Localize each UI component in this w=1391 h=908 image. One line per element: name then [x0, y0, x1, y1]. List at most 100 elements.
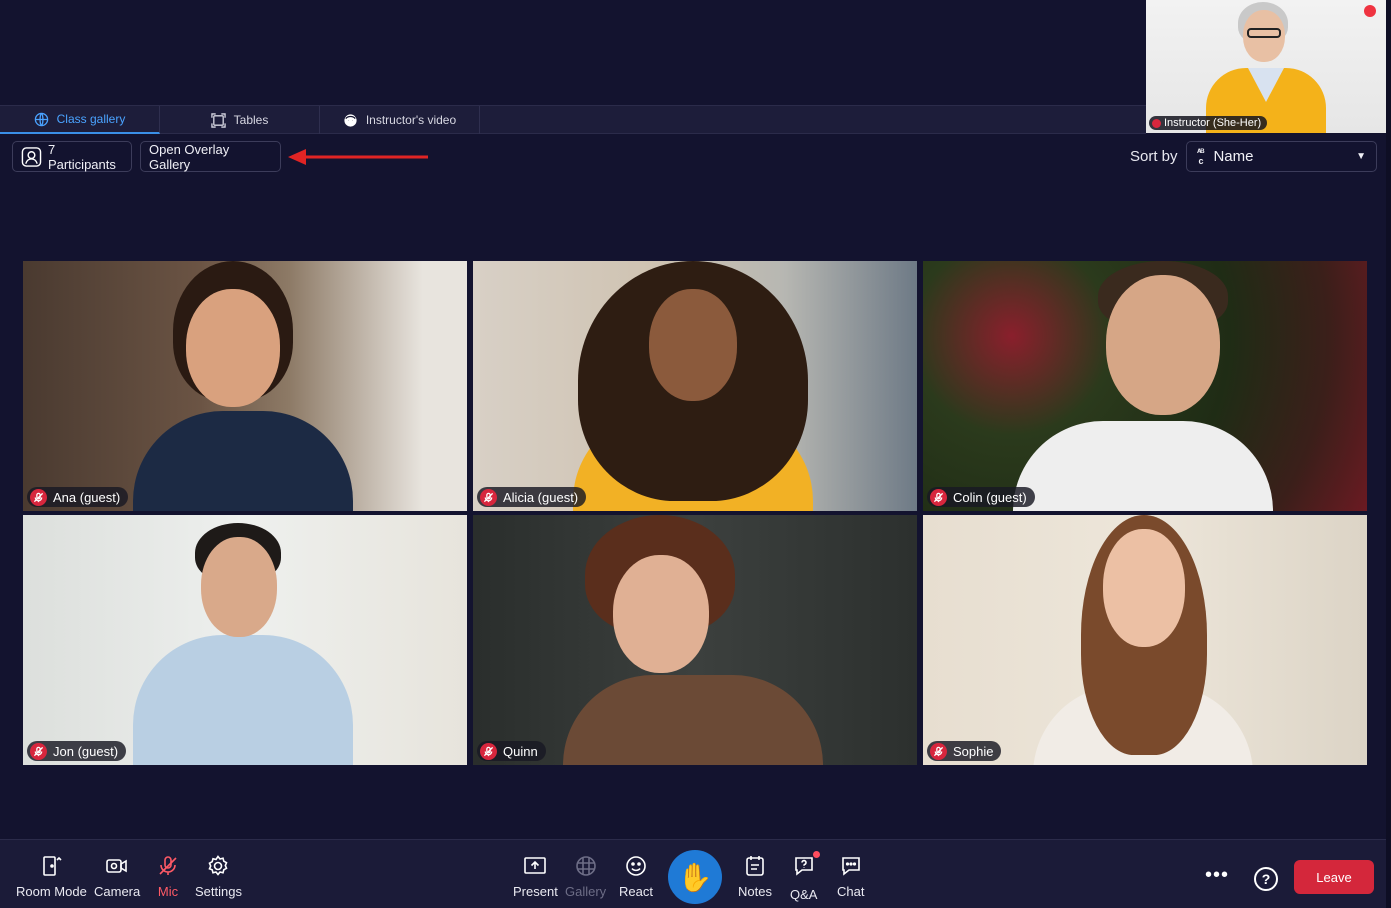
sort-by-label: Sort by	[1130, 148, 1178, 165]
participant-name: Sophie	[953, 743, 994, 759]
participant-face	[186, 289, 280, 407]
mic-label: Mic	[157, 884, 179, 899]
present-button[interactable]: Present	[513, 854, 558, 899]
participant-face	[1106, 275, 1220, 415]
view-tabs: Class gallery Tables Instructor's video	[0, 105, 1146, 134]
tab-label: Tables	[233, 113, 269, 127]
sort-dropdown[interactable]: ᴬᴮ c Name ▼	[1186, 141, 1377, 172]
qa-button[interactable]: Q&A	[790, 851, 820, 902]
present-icon	[524, 857, 547, 874]
raise-hand-button[interactable]: ✋	[668, 850, 722, 904]
participant-face	[649, 289, 737, 401]
recording-indicator	[1364, 5, 1376, 17]
tab-tables[interactable]: Tables	[160, 106, 320, 134]
chat-label: Chat	[837, 884, 865, 899]
participant-name: Alicia (guest)	[503, 489, 579, 505]
tables-icon	[210, 112, 226, 128]
leave-button[interactable]: Leave	[1294, 860, 1374, 894]
room-mode-button[interactable]: Room Mode	[16, 854, 87, 899]
react-label: React	[619, 884, 653, 899]
tab-class-gallery[interactable]: Class gallery	[0, 106, 160, 134]
mic-muted-icon	[1152, 118, 1161, 128]
participant-tile-ana[interactable]: Ana (guest)	[23, 261, 467, 511]
overlay-button-label: Open Overlay Gallery	[149, 141, 230, 172]
participant-name-label: Ana (guest)	[27, 487, 129, 507]
participant-name: Ana (guest)	[53, 489, 121, 505]
chat-icon	[841, 857, 860, 876]
room-mode-label: Room Mode	[16, 884, 87, 899]
mic-muted-icon	[930, 488, 947, 506]
notification-dot	[812, 851, 820, 858]
sort-alpha-icon: ᴬᴮ c	[1197, 146, 1205, 166]
annotation-arrow	[288, 149, 428, 165]
mic-muted-icon	[480, 742, 497, 760]
participant-body	[1013, 421, 1273, 511]
notes-label: Notes	[738, 884, 772, 899]
participant-face	[201, 537, 277, 637]
participant-body	[133, 411, 353, 511]
raise-hand-icon: ✋	[677, 861, 713, 893]
mic-muted-icon	[30, 488, 47, 506]
mic-off-icon	[159, 856, 177, 875]
participant-name-label: Alicia (guest)	[477, 487, 587, 507]
tab-label: Class gallery	[56, 112, 126, 126]
instructor-video[interactable]: Instructor (She-Her)	[1146, 0, 1386, 133]
chat-button[interactable]: Chat	[837, 854, 864, 899]
participant-name-label: Colin (guest)	[927, 487, 1035, 507]
react-button[interactable]: React	[619, 854, 653, 899]
participant-tile-colin[interactable]: Colin (guest)	[923, 261, 1367, 511]
participant-tile-alicia[interactable]: Alicia (guest)	[473, 261, 917, 511]
mic-muted-icon	[30, 742, 47, 760]
participant-tile-quinn[interactable]: Quinn	[473, 515, 917, 765]
participant-name-label: Quinn	[477, 741, 546, 761]
participant-tile-jon[interactable]: Jon (guest)	[23, 515, 467, 765]
smiley-icon	[626, 856, 646, 876]
mic-muted-icon	[480, 488, 497, 506]
participant-name: Jon (guest)	[53, 743, 119, 759]
instructor-face-icon	[344, 113, 357, 127]
present-label: Present	[513, 884, 558, 899]
window-edge	[1386, 0, 1391, 908]
participant-name-label: Jon (guest)	[27, 741, 127, 761]
participant-name: Quinn	[503, 743, 538, 759]
settings-button[interactable]: Settings	[195, 854, 242, 899]
participant-body	[563, 675, 823, 765]
bottom-control-bar: Room Mode Camera Mic Settings Present Ga…	[0, 839, 1391, 908]
gallery-label: Gallery	[565, 884, 607, 899]
camera-icon	[106, 859, 127, 873]
participant-tile-sophie[interactable]: Sophie	[923, 515, 1367, 765]
participant-body	[133, 635, 353, 765]
caret-down-icon: ▼	[1356, 151, 1366, 162]
instructor-glasses	[1247, 28, 1281, 38]
open-overlay-gallery-button[interactable]: Open Overlay Gallery	[140, 141, 281, 172]
participant-name: Colin (guest)	[953, 489, 1027, 505]
notes-button[interactable]: Notes	[738, 854, 772, 899]
participants-button[interactable]: 7 Participants	[12, 141, 132, 172]
gallery-grid-icon	[575, 856, 596, 876]
tab-label: Instructor's video	[365, 113, 457, 127]
mic-button[interactable]: Mic	[156, 854, 180, 899]
room-mode-icon	[43, 856, 62, 876]
person-icon	[21, 146, 42, 167]
leave-label: Leave	[1316, 869, 1352, 885]
qa-icon-wrap	[792, 851, 820, 881]
instructor-name-label: Instructor (She-Her)	[1149, 116, 1268, 130]
participant-face	[1103, 529, 1185, 647]
participant-face	[613, 555, 709, 673]
gear-icon	[208, 855, 229, 876]
instructor-name: Instructor (She-Her)	[1164, 117, 1262, 129]
tab-instructors-video[interactable]: Instructor's video	[320, 106, 480, 134]
help-label: ?	[1261, 871, 1271, 887]
camera-button[interactable]: Camera	[94, 854, 140, 899]
globe-icon	[34, 112, 48, 126]
qa-icon	[794, 857, 813, 876]
more-options-icon[interactable]: •••	[1205, 864, 1229, 887]
gallery-button[interactable]: Gallery	[565, 854, 606, 899]
settings-label: Settings	[195, 884, 242, 899]
participants-count: 7 Participants	[47, 141, 116, 172]
notes-icon	[746, 856, 764, 876]
help-icon[interactable]: ?	[1254, 867, 1278, 891]
mic-muted-icon	[930, 742, 947, 760]
participant-name-label: Sophie	[927, 741, 1002, 761]
qa-label: Q&A	[790, 887, 818, 902]
